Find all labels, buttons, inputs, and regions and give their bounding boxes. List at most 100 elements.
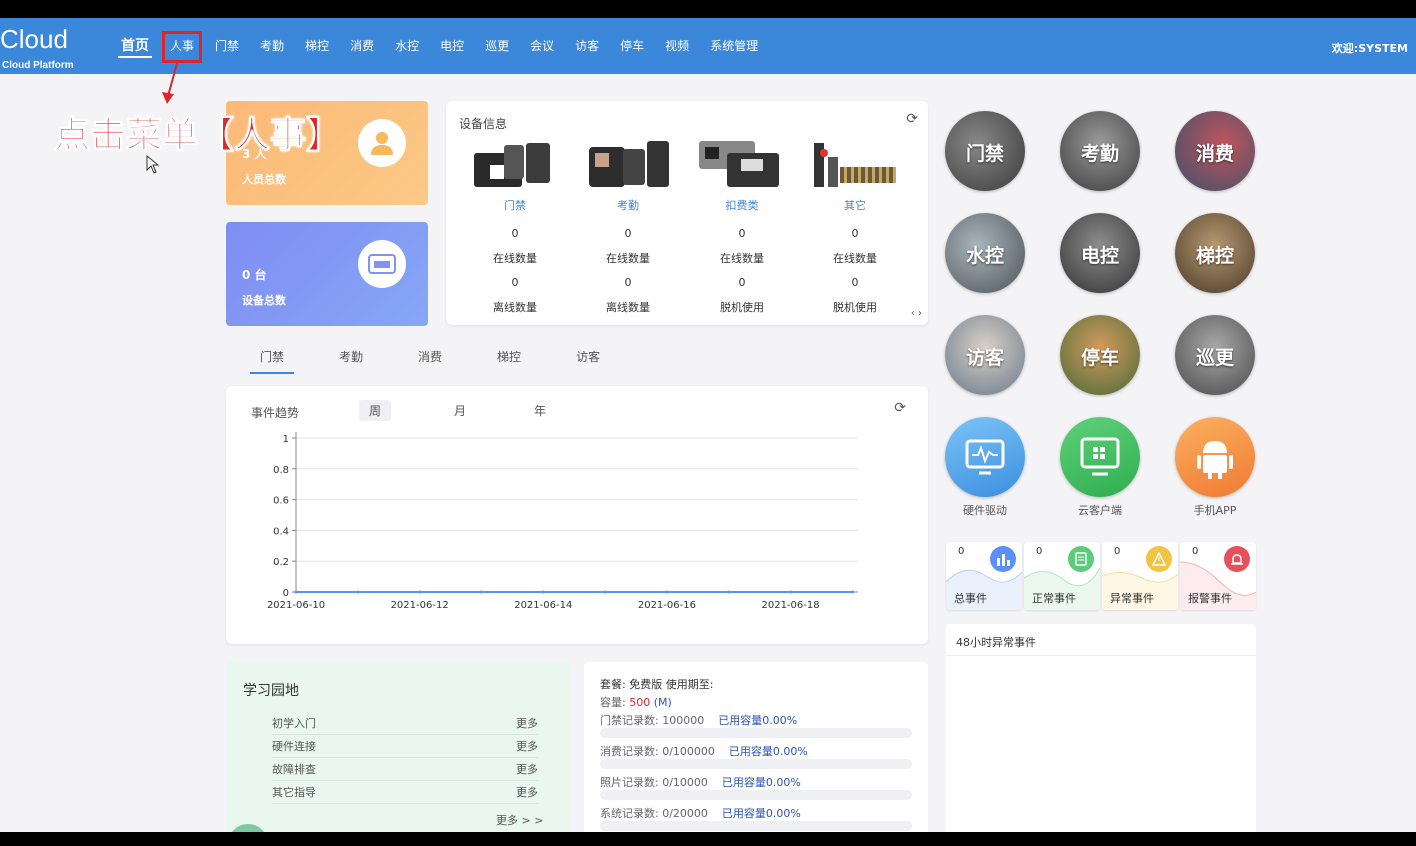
learning-item[interactable]: 硬件连接 更多 xyxy=(272,735,538,758)
device-name: 考勤 xyxy=(617,199,639,212)
learning-item[interactable]: 故障排查 更多 xyxy=(272,758,538,781)
welcome-user[interactable]: 欢迎:SYSTEM xyxy=(1332,40,1408,56)
carousel-pager: ‹ › xyxy=(911,308,922,319)
top-navbar: Cloud Cloud Platform 首页 人事 门禁 考勤 梯控 消费 水… xyxy=(0,18,1416,74)
monitor-icon[interactable] xyxy=(1060,417,1140,497)
tab-consume[interactable]: 消费 xyxy=(408,348,452,374)
more-link[interactable]: 更多 xyxy=(516,784,538,800)
online-count: 0 xyxy=(511,227,519,240)
learning-title: 学习园地 xyxy=(243,683,299,699)
warning-icon xyxy=(1146,546,1172,572)
data-point xyxy=(727,590,731,594)
decorative-ball xyxy=(228,824,268,832)
module-label: 巡更 xyxy=(1195,347,1234,369)
record-count: 照片记录数: 0/10000 xyxy=(600,776,708,789)
refresh-icon[interactable]: ⟳ xyxy=(906,111,918,127)
data-point xyxy=(665,590,669,594)
more-link[interactable]: 更多 xyxy=(516,761,538,777)
nav-video[interactable]: 视频 xyxy=(662,36,692,58)
event-card-total[interactable]: 0 总事件 xyxy=(946,542,1022,610)
abnormal-events-title: 48小时异常事件 xyxy=(956,636,1036,649)
progress-bar xyxy=(600,790,912,800)
logo-subtitle: Cloud Platform xyxy=(2,60,74,71)
download-label: 云客户端 xyxy=(1078,504,1122,517)
learning-item[interactable]: 其它指导 更多 xyxy=(272,781,538,804)
data-point xyxy=(294,590,298,594)
record-count: 系统记录数: 0/20000 xyxy=(600,807,708,820)
capacity-unit: (M) xyxy=(653,696,672,709)
device-column-access[interactable]: 门禁 0 在线数量 0 离线数量 xyxy=(465,139,565,325)
annotation-arrow-icon xyxy=(162,59,179,104)
device-total-value: 0 台 xyxy=(242,268,267,282)
tab-attendance[interactable]: 考勤 xyxy=(329,348,373,374)
module-elevator[interactable]: 梯控 xyxy=(1175,213,1255,293)
event-card-alarm[interactable]: 0 报警事件 xyxy=(1180,542,1256,610)
abnormal-events-panel: 48小时异常事件 xyxy=(946,624,1256,832)
nav-visitor[interactable]: 访客 xyxy=(572,36,602,58)
next-icon[interactable]: › xyxy=(918,308,922,319)
used-percent: 已用容量0.00% xyxy=(718,714,798,727)
x-tick-label: 2021-06-10 xyxy=(267,600,325,611)
nav-consume[interactable]: 消费 xyxy=(347,36,377,58)
device-column-other[interactable]: 其它 0 在线数量 0 脱机使用 xyxy=(805,139,905,325)
data-point xyxy=(356,590,360,594)
tab-access[interactable]: 门禁 xyxy=(250,348,295,374)
nav-personnel[interactable]: 人事 xyxy=(161,31,203,63)
module-label: 访客 xyxy=(965,347,1004,369)
nav-parking[interactable]: 停车 xyxy=(617,36,647,58)
nav-access[interactable]: 门禁 xyxy=(212,36,242,58)
tab-visitor[interactable]: 访客 xyxy=(566,348,610,374)
module-water[interactable]: 水控 xyxy=(945,213,1025,293)
prev-icon[interactable]: ‹ xyxy=(911,308,915,319)
event-card-abnormal[interactable]: 0 异常事件 xyxy=(1102,542,1178,610)
event-card-normal[interactable]: 0 正常事件 xyxy=(1024,542,1100,610)
capacity-row: 门禁记录数: 100000 已用容量0.00% xyxy=(600,712,797,728)
learning-more-link[interactable]: 更多 > > xyxy=(496,812,543,828)
module-access[interactable]: 门禁 xyxy=(945,111,1025,191)
learning-panel: 学习园地 初学入门 更多 硬件连接 更多 故障排查 更多 其它指导 更多 更多 … xyxy=(226,662,570,832)
event-trend-panel: 事件趋势 周 月 年 ⟳ 0 0.2 0.4 0.6 0.8 1 2021-06-10 202… xyxy=(226,386,928,644)
progress-bar xyxy=(600,759,912,769)
android-icon[interactable] xyxy=(1175,417,1255,497)
record-count: 消费记录数: 0/100000 xyxy=(600,745,715,758)
module-parking[interactable]: 停车 xyxy=(1060,315,1140,395)
more-link[interactable]: 更多 xyxy=(516,738,538,754)
nav-attendance[interactable]: 考勤 xyxy=(257,36,287,58)
module-label: 考勤 xyxy=(1080,143,1119,165)
capacity-row: 照片记录数: 0/10000 已用容量0.00% xyxy=(600,774,801,790)
download-label: 硬件驱动 xyxy=(963,504,1007,517)
device-name: 扣费类 xyxy=(725,199,759,212)
module-attendance[interactable]: 考勤 xyxy=(1060,111,1140,191)
module-patrol[interactable]: 巡更 xyxy=(1175,315,1255,395)
online-count: 0 xyxy=(738,227,746,240)
device-total-card[interactable]: 0 台 设备总数 xyxy=(226,222,428,326)
event-label: 异常事件 xyxy=(1110,592,1154,605)
tab-elevator[interactable]: 梯控 xyxy=(487,348,531,374)
nav-elevator[interactable]: 梯控 xyxy=(302,36,332,58)
letterbox-top xyxy=(0,0,1416,18)
offline-label: 离线数量 xyxy=(493,301,537,314)
device-column-deduction[interactable]: 扣费类 0 在线数量 0 脱机使用 xyxy=(692,139,792,325)
nav-patrol[interactable]: 巡更 xyxy=(482,36,512,58)
nav-meeting[interactable]: 会议 xyxy=(527,36,557,58)
offline-count: 0 xyxy=(624,276,632,289)
hardware-driver-icon[interactable] xyxy=(945,417,1025,497)
module-consume[interactable]: 消费 xyxy=(1175,111,1255,191)
nav-power[interactable]: 电控 xyxy=(437,36,467,58)
nav-home[interactable]: 首页 xyxy=(118,36,152,58)
learning-item[interactable]: 初学入门 更多 xyxy=(272,712,538,735)
online-label: 在线数量 xyxy=(493,252,537,265)
learning-item-label: 初学入门 xyxy=(272,717,316,730)
nav-water[interactable]: 水控 xyxy=(392,36,422,58)
event-count: 0 xyxy=(1036,546,1043,557)
module-visitor[interactable]: 访客 xyxy=(945,315,1025,395)
module-power[interactable]: 电控 xyxy=(1060,213,1140,293)
divider xyxy=(946,655,1256,656)
data-point xyxy=(418,590,422,594)
more-link[interactable]: 更多 xyxy=(516,715,538,731)
module-label: 门禁 xyxy=(965,143,1004,165)
event-trend-chart: 0 0.2 0.4 0.6 0.8 1 2021-06-10 2021-06-12 2021-0… xyxy=(267,432,858,611)
nav-system[interactable]: 系统管理 xyxy=(707,36,761,58)
device-column-attendance[interactable]: 考勤 0 在线数量 0 离线数量 xyxy=(578,139,678,325)
data-point xyxy=(850,590,854,594)
